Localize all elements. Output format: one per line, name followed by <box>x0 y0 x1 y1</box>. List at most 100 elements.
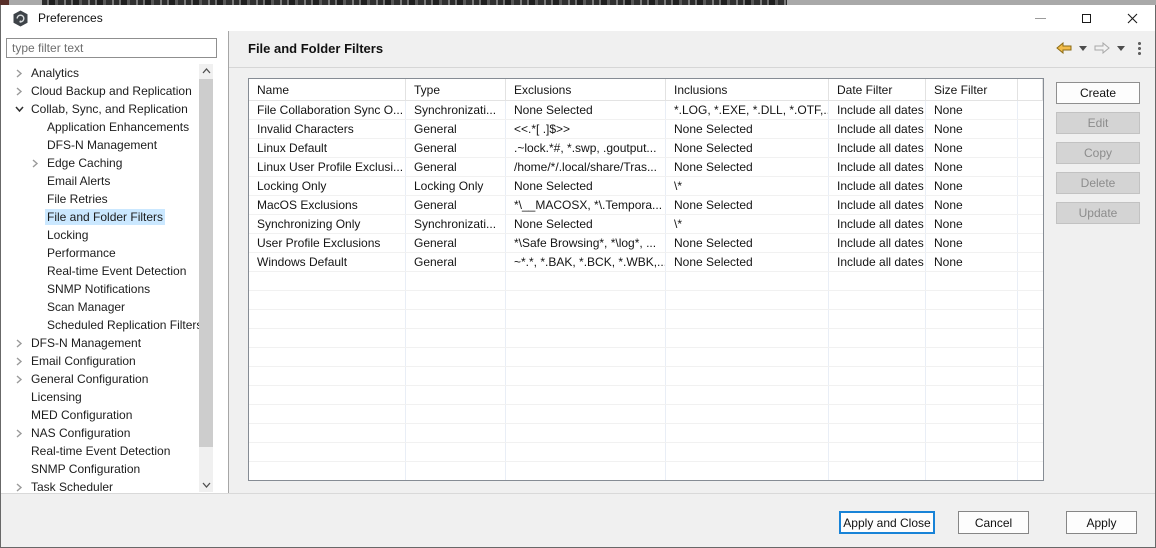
forward-history-dropdown-icon[interactable] <box>1117 45 1125 51</box>
sidebar-item-label: Application Enhancements <box>47 120 190 134</box>
table-row[interactable] <box>249 272 1043 291</box>
sidebar-item-real-time-event-detection[interactable]: Real-time Event Detection <box>1 262 200 280</box>
table-row[interactable] <box>249 348 1043 367</box>
sidebar-item-cloud-backup-and-replication[interactable]: Cloud Backup and Replication <box>1 82 200 100</box>
table-row[interactable]: Invalid Characters General <<.*[ .]$>> None… <box>249 120 1043 139</box>
table-row[interactable]: Windows Default General ~*.*, *.BAK, *.BCK… <box>249 253 1043 272</box>
sidebar-item-dfs-n-management[interactable]: DFS-N Management <box>1 334 200 352</box>
sidebar-item-email-alerts[interactable]: Email Alerts <box>1 172 200 190</box>
minimize-button[interactable] <box>1017 5 1063 31</box>
sidebar-item-application-enhancements[interactable]: Application Enhancements <box>1 118 200 136</box>
chevron-right-icon[interactable] <box>15 338 23 348</box>
table-cell <box>406 291 506 309</box>
table-cell: *\Safe Browsing*, *\log*, ... <box>506 234 666 252</box>
chevron-right-icon[interactable] <box>15 356 23 366</box>
column-header[interactable]: Exclusions <box>506 79 666 100</box>
table-cell <box>406 443 506 461</box>
column-header[interactable]: Type <box>406 79 506 100</box>
sidebar-item-label: Real-time Event Detection <box>31 444 171 458</box>
back-history-dropdown-icon[interactable] <box>1079 45 1087 51</box>
page-title: File and Folder Filters <box>248 41 384 56</box>
sidebar-item-scan-manager[interactable]: Scan Manager <box>1 298 200 316</box>
table-row[interactable] <box>249 405 1043 424</box>
scroll-up-icon[interactable] <box>199 64 213 78</box>
cancel-button[interactable]: Cancel <box>958 511 1029 534</box>
table-row[interactable] <box>249 291 1043 310</box>
sidebar-item-real-time-event-detection[interactable]: Real-time Event Detection <box>1 442 200 460</box>
dialog-button-bar: Apply and Close Cancel Apply <box>1 493 1155 547</box>
table-row[interactable]: Locking Only Locking Only None Selected \* I… <box>249 177 1043 196</box>
sidebar-item-label: Performance <box>47 246 116 260</box>
table-row[interactable] <box>249 367 1043 386</box>
table-row[interactable]: MacOS Exclusions General *\__MACOSX, *\.Te… <box>249 196 1043 215</box>
table-row[interactable] <box>249 386 1043 405</box>
table-cell <box>249 405 406 423</box>
table-row[interactable] <box>249 310 1043 329</box>
column-header[interactable]: Name <box>249 79 406 100</box>
table-cell <box>249 329 406 347</box>
maximize-button[interactable] <box>1063 5 1109 31</box>
chevron-right-icon[interactable] <box>15 86 23 96</box>
sidebar-item-email-configuration[interactable]: Email Configuration <box>1 352 200 370</box>
close-button[interactable] <box>1109 5 1155 31</box>
table-row[interactable]: File Collaboration Sync O... Synchronizat… <box>249 101 1043 120</box>
column-header[interactable]: Inclusions <box>666 79 829 100</box>
table-cell <box>249 291 406 309</box>
table-row[interactable] <box>249 329 1043 348</box>
sidebar-item-snmp-configuration[interactable]: SNMP Configuration <box>1 460 200 478</box>
sidebar-item-task-scheduler[interactable]: Task Scheduler <box>1 478 200 492</box>
chevron-right-icon[interactable] <box>15 482 23 492</box>
view-menu-icon[interactable] <box>1138 41 1141 55</box>
sidebar-item-licensing[interactable]: Licensing <box>1 388 200 406</box>
sidebar-item-scheduled-replication-filters[interactable]: Scheduled Replication Filters <box>1 316 200 334</box>
sidebar-item-med-configuration[interactable]: MED Configuration <box>1 406 200 424</box>
column-header[interactable]: Size Filter <box>926 79 1018 100</box>
sidebar-item-dfs-n-management[interactable]: DFS-N Management <box>1 136 200 154</box>
apply-and-close-button[interactable]: Apply and Close <box>839 511 935 534</box>
filter-input[interactable] <box>6 38 217 58</box>
scroll-down-icon[interactable] <box>199 478 213 492</box>
table-cell: None <box>926 253 1018 271</box>
table-cell <box>666 329 829 347</box>
sidebar-item-file-retries[interactable]: File Retries <box>1 190 200 208</box>
table-row[interactable]: Linux User Profile Exclusi... General/hom… <box>249 158 1043 177</box>
sidebar-item-general-configuration[interactable]: General Configuration <box>1 370 200 388</box>
chevron-down-icon[interactable] <box>14 105 24 113</box>
table-cell <box>406 405 506 423</box>
sidebar-item-locking[interactable]: Locking <box>1 226 200 244</box>
content-header: File and Folder Filters <box>229 31 1155 67</box>
sidebar-item-nas-configuration[interactable]: NAS Configuration <box>1 424 200 442</box>
sidebar-item-snmp-notifications[interactable]: SNMP Notifications <box>1 280 200 298</box>
table-cell: None <box>926 120 1018 138</box>
table-cell: Synchronizati... <box>406 101 506 119</box>
table-cell: None <box>926 215 1018 233</box>
table-row[interactable]: User Profile Exclusions General *\Safe Bro… <box>249 234 1043 253</box>
chevron-right-icon[interactable] <box>15 68 23 78</box>
sidebar-item-analytics[interactable]: Analytics <box>1 64 200 82</box>
back-icon[interactable] <box>1056 42 1072 54</box>
table-row[interactable] <box>249 424 1043 443</box>
chevron-right-icon[interactable] <box>31 158 39 168</box>
column-header[interactable]: Date Filter <box>829 79 926 100</box>
chevron-right-icon[interactable] <box>15 374 23 384</box>
scrollbar-thumb[interactable] <box>199 79 213 447</box>
table-cell: MacOS Exclusions <box>249 196 406 214</box>
sidebar-item-file-and-folder-filters[interactable]: File and Folder Filters <box>1 208 200 226</box>
filters-table[interactable]: Name Type Exclusions Inclusions Date Filter S… <box>248 78 1044 481</box>
table-row[interactable] <box>249 462 1043 480</box>
sidebar-item-collab-sync-and-replication[interactable]: Collab, Sync, and Replication <box>1 100 200 118</box>
sidebar-item-performance[interactable]: Performance <box>1 244 200 262</box>
table-row[interactable] <box>249 443 1043 462</box>
sidebar-item-label: Scheduled Replication Filters <box>47 318 200 332</box>
tree-scrollbar[interactable] <box>199 64 213 492</box>
table-cell: None Selected <box>506 177 666 195</box>
sidebar-item-edge-caching[interactable]: Edge Caching <box>1 154 200 172</box>
create-button[interactable]: Create <box>1056 82 1140 104</box>
chevron-right-icon[interactable] <box>15 428 23 438</box>
table-cell <box>666 291 829 309</box>
title-bar[interactable]: Preferences <box>1 5 1155 31</box>
table-row[interactable]: Synchronizing Only Synchronizati... None S… <box>249 215 1043 234</box>
table-row[interactable]: Linux Default General .~lock.*#, *.swp, .g… <box>249 139 1043 158</box>
apply-button[interactable]: Apply <box>1066 511 1137 534</box>
sidebar-item-label: Licensing <box>31 390 82 404</box>
